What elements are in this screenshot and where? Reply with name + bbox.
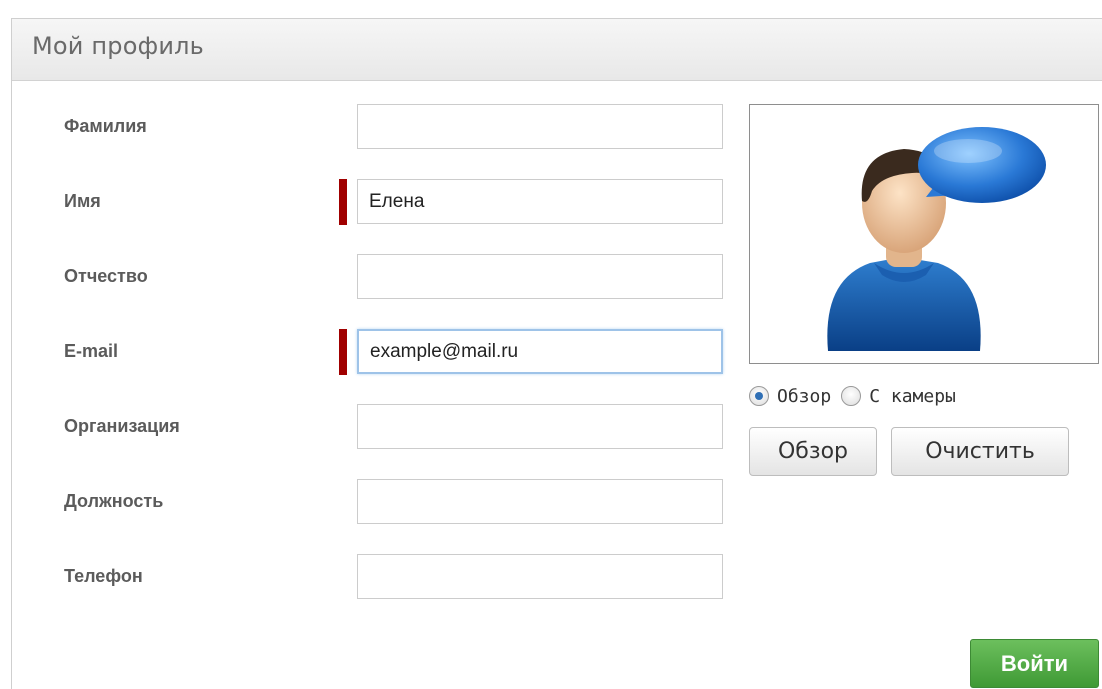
patronymic-input[interactable] xyxy=(357,254,723,299)
last-name-label: Фамилия xyxy=(64,116,147,136)
last-name-input[interactable] xyxy=(357,104,723,149)
radio-browse-label: Обзор xyxy=(777,385,832,407)
browse-button[interactable]: Обзор xyxy=(749,427,877,476)
phone-input[interactable] xyxy=(357,554,723,599)
email-label: E-mail xyxy=(64,341,119,361)
position-input[interactable] xyxy=(357,479,723,524)
page-title: Мой профиль xyxy=(32,32,205,60)
first-name-label: Имя xyxy=(64,191,101,211)
first-name-input[interactable] xyxy=(357,179,723,224)
login-button[interactable]: Войти xyxy=(970,639,1099,688)
photo-source-options: Обзор С камеры xyxy=(749,381,966,411)
patronymic-label: Отчество xyxy=(64,266,148,286)
email-field[interactable] xyxy=(357,329,723,374)
user-avatar-with-speech-bubble-icon xyxy=(827,127,1046,351)
organization-input[interactable] xyxy=(357,404,723,449)
radio-browse[interactable] xyxy=(749,386,769,406)
clear-button[interactable]: Очистить xyxy=(891,427,1069,476)
position-label: Должность xyxy=(64,491,164,511)
radio-camera[interactable] xyxy=(841,386,862,406)
required-marker xyxy=(339,329,347,375)
avatar-preview xyxy=(749,104,1099,364)
phone-label: Телефон xyxy=(64,566,143,586)
radio-camera-label: С камеры xyxy=(869,385,956,407)
profile-panel: Мой профиль Фамилия Имя Отчество E-mail … xyxy=(11,18,1102,689)
panel-header: Мой профиль xyxy=(12,19,1102,81)
required-marker xyxy=(339,179,347,225)
organization-label: Организация xyxy=(64,416,180,436)
